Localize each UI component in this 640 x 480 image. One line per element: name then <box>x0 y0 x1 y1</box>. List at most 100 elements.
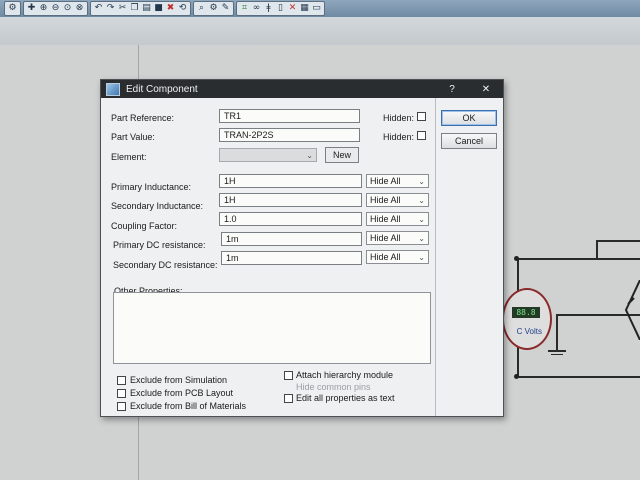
cancel-button[interactable]: Cancel <box>441 133 497 149</box>
ground-symbol <box>551 354 563 355</box>
delete-icon[interactable]: ✖ <box>165 3 176 14</box>
primary-inductance-input[interactable]: 1H <box>219 174 362 188</box>
dialog-title: Edit Component <box>126 83 198 95</box>
part-reference-input[interactable]: TR1 <box>219 109 360 123</box>
attach-hierarchy-checkbox[interactable] <box>284 371 293 380</box>
chevron-down-icon: ⌄ <box>418 177 425 186</box>
toolbar-group-5: ⌗ ∞ ǂ ▯ ✕ ▦ ▭ <box>236 1 325 16</box>
wire-icon[interactable]: ⌗ <box>239 3 250 14</box>
wire-junction <box>514 256 519 261</box>
exclude-pcb-label: Exclude from PCB Layout <box>130 388 234 398</box>
toolbar-group-1: ⚙ <box>4 1 21 16</box>
primary-dc-resistance-label: Primary DC resistance: <box>113 240 206 250</box>
netlist-icon[interactable]: ▦ <box>299 3 310 14</box>
gear-icon[interactable]: ⚙ <box>208 3 219 14</box>
main-toolbar: ⚙ ✚ ⊕ ⊖ ⊙ ⊗ ↶ ↷ ✂ ❐ ▤ ■ ✖ ⟲ ⌕ ⚙ ✎ ⌗ ∞ ǂ … <box>0 0 640 17</box>
wire-junction <box>514 374 519 379</box>
hidden-label: Hidden: <box>383 113 415 123</box>
schematic-wire <box>517 376 640 378</box>
zoom-fit-icon[interactable]: ⊙ <box>62 3 73 14</box>
part-reference-hidden-checkbox[interactable] <box>417 112 426 121</box>
secondary-inductance-label: Secondary Inductance: <box>111 201 204 211</box>
visibility-value: Hide All <box>370 233 401 243</box>
canvas-header <box>0 17 640 46</box>
coupling-factor-label: Coupling Factor: <box>111 221 178 231</box>
primary-inductance-label: Primary Inductance: <box>111 182 192 192</box>
dialog-separator <box>435 98 436 416</box>
chevron-down-icon: ⌄ <box>306 151 313 160</box>
ok-button[interactable]: OK <box>441 110 497 126</box>
part-value-input[interactable]: TRAN-2P2S <box>219 128 360 142</box>
close-button[interactable]: ✕ <box>469 84 503 95</box>
primary-dc-resistance-input[interactable]: 1m <box>221 232 362 246</box>
rotate-icon[interactable]: ⟲ <box>177 3 188 14</box>
ground-symbol <box>548 350 566 352</box>
copy-icon[interactable]: ❐ <box>129 3 140 14</box>
binoculars-icon[interactable]: ∞ <box>251 3 262 14</box>
meter-unit: C Volts <box>516 327 542 336</box>
exclude-simulation-checkbox[interactable] <box>117 376 126 385</box>
part-value-label: Part Value: <box>111 132 155 142</box>
redo-icon[interactable]: ↷ <box>105 3 116 14</box>
schematic-wire <box>556 314 558 350</box>
toolbar-group-4: ⌕ ⚙ ✎ <box>193 1 234 16</box>
cut-icon[interactable]: ✂ <box>117 3 128 14</box>
schematic-wire <box>596 240 640 242</box>
zoom-area-icon[interactable]: ⊗ <box>74 3 85 14</box>
new-element-button[interactable]: New <box>325 147 359 163</box>
exclude-bom-label: Exclude from Bill of Materials <box>130 401 247 411</box>
chevron-down-icon: ⌄ <box>418 234 425 243</box>
coupling-factor-input[interactable]: 1.0 <box>219 212 362 226</box>
help-button[interactable]: ? <box>435 84 469 95</box>
settings-icon[interactable]: ⚙ <box>7 3 18 14</box>
component-icon <box>106 82 120 96</box>
coupling-factor-visibility[interactable]: Hide All ⌄ <box>366 212 429 226</box>
secondary-dc-resistance-label: Secondary DC resistance: <box>113 260 218 270</box>
report-icon[interactable]: ▭ <box>311 3 322 14</box>
add-icon[interactable]: ✚ <box>26 3 37 14</box>
tools-icon[interactable]: ✎ <box>220 3 231 14</box>
chevron-down-icon: ⌄ <box>418 215 425 224</box>
edit-component-dialog: Edit Component ? ✕ Part Reference: TR1 H… <box>100 79 504 417</box>
toolbar-group-3: ↶ ↷ ✂ ❐ ▤ ■ ✖ ⟲ <box>90 1 191 16</box>
secondary-inductance-visibility[interactable]: Hide All ⌄ <box>366 193 429 207</box>
primary-inductance-visibility[interactable]: Hide All ⌄ <box>366 174 429 188</box>
hide-common-pins-label: Hide common pins <box>296 382 371 392</box>
element-select: ⌄ <box>219 148 317 162</box>
diode-bridge-symbol <box>624 280 640 340</box>
undo-icon[interactable]: ↶ <box>93 3 104 14</box>
visibility-value: Hide All <box>370 176 401 186</box>
zoom-out-icon[interactable]: ⊖ <box>50 3 61 14</box>
edit-as-text-checkbox[interactable] <box>284 394 293 403</box>
meter-reading: 88.8 <box>512 307 540 318</box>
hidden-label: Hidden: <box>383 132 415 142</box>
zoom-in-icon[interactable]: ⊕ <box>38 3 49 14</box>
other-properties-textarea[interactable] <box>113 292 431 364</box>
chevron-down-icon: ⌄ <box>418 253 425 262</box>
element-label: Element: <box>111 152 147 162</box>
attach-hierarchy-label: Attach hierarchy module <box>296 370 394 380</box>
exclude-pcb-checkbox[interactable] <box>117 389 126 398</box>
search-icon[interactable]: ⌕ <box>196 3 207 14</box>
dialog-titlebar: Edit Component ? ✕ <box>101 80 503 98</box>
edit-as-text-label: Edit all properties as text <box>296 393 395 403</box>
part-value-hidden-checkbox[interactable] <box>417 131 426 140</box>
exclude-bom-checkbox[interactable] <box>117 402 126 411</box>
paste-icon[interactable]: ▤ <box>141 3 152 14</box>
primary-dc-resistance-visibility[interactable]: Hide All ⌄ <box>366 231 429 245</box>
chevron-down-icon: ⌄ <box>418 196 425 205</box>
secondary-dc-resistance-input[interactable]: 1m <box>221 251 362 265</box>
dc-voltmeter[interactable]: 88.8 C Volts <box>502 288 552 350</box>
document-icon[interactable]: ▯ <box>275 3 286 14</box>
toolbar-group-2: ✚ ⊕ ⊖ ⊙ ⊗ <box>23 1 88 16</box>
exclude-simulation-label: Exclude from Simulation <box>130 375 228 385</box>
schematic-wire <box>517 258 640 260</box>
property-icon[interactable]: ǂ <box>263 3 274 14</box>
secondary-dc-resistance-visibility[interactable]: Hide All ⌄ <box>366 250 429 264</box>
part-reference-label: Part Reference: <box>111 113 175 123</box>
visibility-value: Hide All <box>370 195 401 205</box>
block-icon[interactable]: ■ <box>153 3 164 14</box>
secondary-inductance-input[interactable]: 1H <box>219 193 362 207</box>
erase-icon[interactable]: ✕ <box>287 3 298 14</box>
schematic-wire <box>596 240 598 260</box>
